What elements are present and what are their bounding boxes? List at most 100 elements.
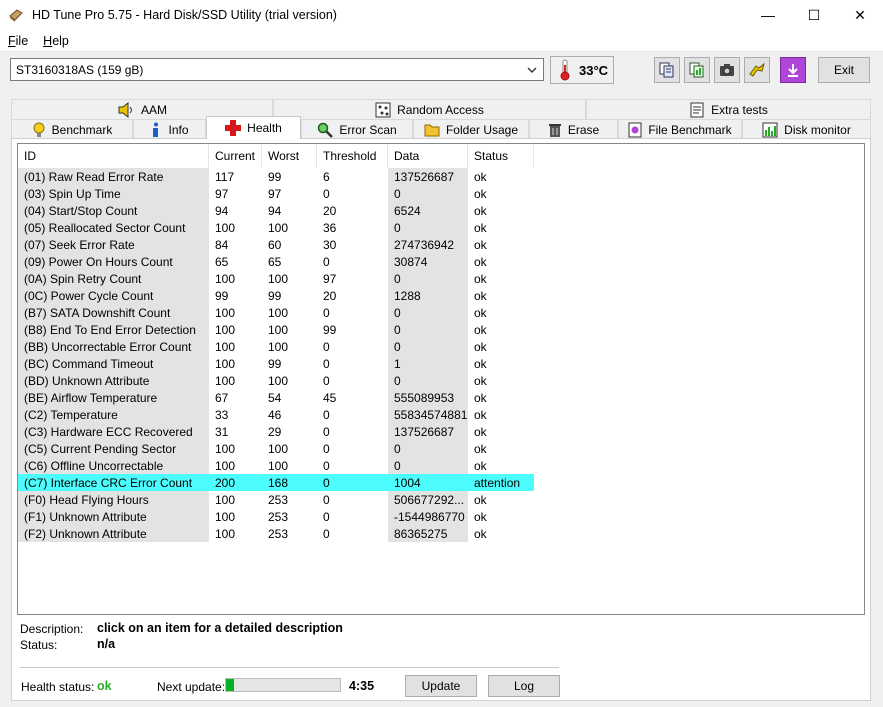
table-row[interactable]: (0A) Spin Retry Count 100 100 97 0 ok <box>18 270 864 287</box>
cell-id: (C7) Interface CRC Error Count <box>18 474 209 491</box>
table-row[interactable]: (B7) SATA Downshift Count 100 100 0 0 ok <box>18 304 864 321</box>
table-row[interactable]: (BB) Uncorrectable Error Count 100 100 0 0 ok <box>18 338 864 355</box>
table-row[interactable]: (03) Spin Up Time 97 97 0 0 ok <box>18 185 864 202</box>
tab-row-top: AAM Random Access Extra tests <box>11 99 871 119</box>
cell-data: 506677292... <box>388 491 468 508</box>
tab-erase[interactable]: Erase <box>529 119 618 139</box>
cell-worst: 253 <box>268 492 289 507</box>
drive-select[interactable]: ST3160318AS (159 gB) <box>10 58 544 81</box>
cell-data: 86365275 <box>388 525 468 542</box>
toolbar: ST3160318AS (159 gB) 33°C Exit <box>0 53 883 91</box>
table-row[interactable]: (C3) Hardware ECC Recovered 31 29 0 13752668… <box>18 423 864 440</box>
tab-disk-monitor[interactable]: Disk monitor <box>742 119 871 139</box>
cell-threshold: 0 <box>323 254 330 269</box>
tab-extra-tests[interactable]: Extra tests <box>586 99 871 119</box>
cell-data: 0 <box>388 372 468 389</box>
table-row[interactable]: (09) Power On Hours Count 65 65 0 30874 ok <box>18 253 864 270</box>
table-row[interactable]: (07) Seek Error Rate 84 60 30 274736942 ok <box>18 236 864 253</box>
cell-worst: 168 <box>262 474 317 491</box>
tab-error-scan[interactable]: Error Scan <box>301 119 413 139</box>
cell-status: ok <box>474 305 487 320</box>
save-button[interactable] <box>780 57 806 83</box>
cell-id: (C2) Temperature <box>18 406 209 423</box>
cell-current: 100 <box>215 339 236 354</box>
table-row[interactable]: (04) Start/Stop Count 94 94 20 6524 ok <box>18 202 864 219</box>
description-value: click on an item for a detailed descript… <box>97 621 343 635</box>
cell-current: 100 <box>215 441 236 456</box>
cell-current: 100 <box>215 509 236 524</box>
cell-status: ok <box>474 407 487 422</box>
cell-id: (BE) Airflow Temperature <box>18 389 209 406</box>
close-button[interactable]: ✕ <box>837 0 883 30</box>
tab-folder-usage[interactable]: Folder Usage <box>413 119 529 139</box>
column-header-data[interactable]: Data <box>388 144 468 168</box>
menu-help[interactable]: Help <box>36 34 76 48</box>
column-header-threshold[interactable]: Threshold <box>317 144 388 168</box>
screenshot-button[interactable] <box>714 57 740 83</box>
cell-worst: 99 <box>268 169 282 184</box>
cell-id: (C6) Offline Uncorrectable <box>18 457 209 474</box>
column-header-worst[interactable]: Worst <box>262 144 317 168</box>
table-row[interactable]: (C6) Offline Uncorrectable 100 100 0 0 ok <box>18 457 864 474</box>
cell-status: ok <box>474 390 487 405</box>
log-button[interactable]: Log <box>488 675 560 697</box>
smart-table[interactable]: ID Current Worst Threshold Data Status (… <box>17 143 865 615</box>
table-row[interactable]: (C2) Temperature 33 46 0 55834574881 ok <box>18 406 864 423</box>
minimize-button[interactable]: — <box>745 0 791 30</box>
chevron-down-icon <box>527 67 537 73</box>
column-header-id[interactable]: ID <box>18 144 209 168</box>
tab-info[interactable]: Info <box>133 119 206 139</box>
table-row[interactable]: (F0) Head Flying Hours 100 253 0 506677292..… <box>18 491 864 508</box>
save-icon <box>788 64 798 77</box>
cell-status: ok <box>474 373 487 388</box>
table-row[interactable]: (B8) End To End Error Detection 100 100 99 0… <box>18 321 864 338</box>
benchmark-icon <box>33 122 45 137</box>
table-row[interactable]: (BE) Airflow Temperature 67 54 45 555089953 o… <box>18 389 864 406</box>
tab-random-access[interactable]: Random Access <box>273 99 586 119</box>
table-row[interactable]: (C7) Interface CRC Error Count 200 168 0 100… <box>18 474 864 491</box>
options-button[interactable] <box>744 57 770 83</box>
cell-current: 97 <box>215 186 229 201</box>
status-value: n/a <box>97 637 116 651</box>
cell-worst: 94 <box>268 203 282 218</box>
tab-health[interactable]: Health <box>206 116 301 139</box>
description-label: Description: <box>20 622 84 636</box>
menu-file[interactable]: File <box>1 34 35 48</box>
tab-benchmark[interactable]: Benchmark <box>11 119 133 139</box>
cell-status: ok <box>474 288 487 303</box>
footer: Health status: ok Next update: 4:35 Upda… <box>12 674 872 698</box>
table-row[interactable]: (0C) Power Cycle Count 99 99 20 1288 ok <box>18 287 864 304</box>
maximize-button[interactable]: ☐ <box>791 0 837 30</box>
tab-file-benchmark[interactable]: File Benchmark <box>618 119 742 139</box>
cell-threshold: 0 <box>323 186 330 201</box>
cell-threshold: 20 <box>323 288 337 303</box>
next-update-countdown: 4:35 <box>349 679 375 693</box>
exit-button[interactable]: Exit <box>818 57 870 83</box>
screenshot-icon <box>720 64 734 76</box>
table-row[interactable]: (F1) Unknown Attribute 100 253 0 -1544986770… <box>18 508 864 525</box>
cell-data: 555089953 <box>388 389 468 406</box>
copy-results-button[interactable] <box>684 57 710 83</box>
cell-status: ok <box>474 339 487 354</box>
cell-status: ok <box>474 220 487 235</box>
update-button[interactable]: Update <box>405 675 477 697</box>
cell-data: 274736942 <box>388 236 468 253</box>
copy-info-icon <box>659 62 674 78</box>
cell-worst: 253 <box>268 526 289 541</box>
table-row[interactable]: (C5) Current Pending Sector 100 100 0 0 ok <box>18 440 864 457</box>
cell-worst: 65 <box>268 254 282 269</box>
status-label: Status: <box>20 638 58 652</box>
table-row[interactable]: (BD) Unknown Attribute 100 100 0 0 ok <box>18 372 864 389</box>
cell-threshold: 0 <box>323 373 330 388</box>
cell-data: 0 <box>388 219 468 236</box>
next-update-label: Next update: <box>157 680 226 694</box>
cell-threshold: 36 <box>323 220 337 235</box>
copy-info-button[interactable] <box>654 57 680 83</box>
cell-data: 1 <box>388 355 468 372</box>
table-row[interactable]: (BC) Command Timeout 100 99 0 1 ok <box>18 355 864 372</box>
table-row[interactable]: (F2) Unknown Attribute 100 253 0 86365275 ok <box>18 525 864 542</box>
table-row[interactable]: (01) Raw Read Error Rate 117 99 6 137526687 o… <box>18 168 864 185</box>
column-header-current[interactable]: Current <box>209 144 262 168</box>
table-row[interactable]: (05) Reallocated Sector Count 100 100 36 0 ok <box>18 219 864 236</box>
column-header-status[interactable]: Status <box>468 144 534 168</box>
